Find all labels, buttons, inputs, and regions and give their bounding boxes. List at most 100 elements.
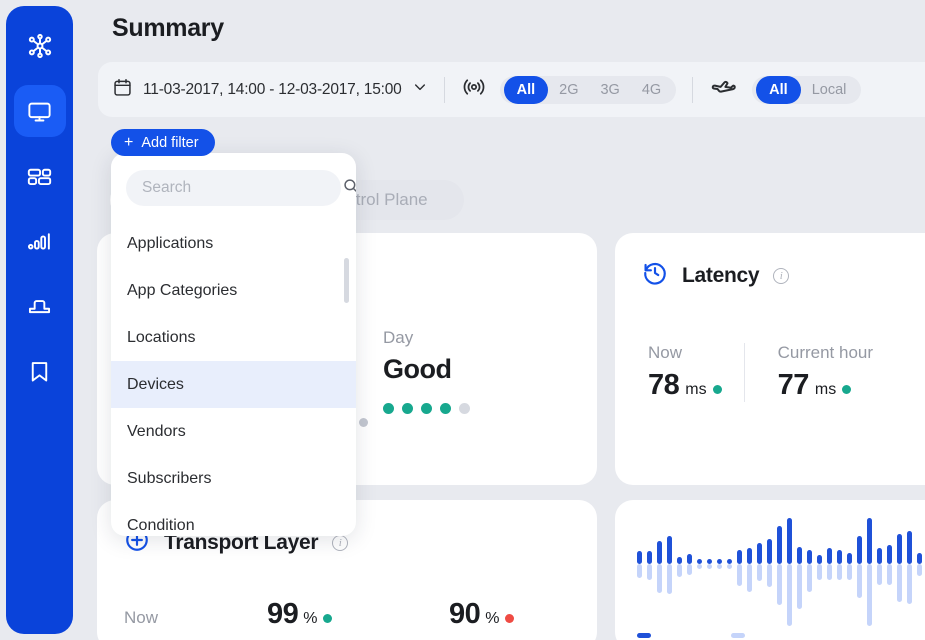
latency-column-current-hour: Current hour 77 ms [743, 343, 895, 402]
chart-bar-pair [877, 518, 882, 628]
score-dot [402, 403, 413, 414]
filter-option-subscribers[interactable]: Subscribers [111, 455, 356, 502]
chart-bar-pair [667, 518, 672, 628]
latency-card-body: Now 78 ms Current hour 77 ms [615, 343, 895, 402]
network-type-option-3g[interactable]: 3G [589, 76, 630, 104]
sidebar [6, 6, 73, 634]
transport-value: 99 [267, 598, 299, 630]
signal-waves-icon [461, 74, 487, 105]
roaming-option-all[interactable]: All [756, 75, 801, 104]
filter-option-condition[interactable]: Condition [111, 502, 356, 536]
info-icon[interactable]: i [773, 267, 790, 284]
legend-swatch [637, 633, 651, 638]
search-icon[interactable] [342, 177, 356, 200]
latency-unit: ms [685, 381, 707, 398]
cell-tower-icon [26, 293, 53, 320]
date-range-value: 11-03-2017, 14:00 - 12-03-2017, 15:00 [143, 80, 402, 98]
filter-option-locations[interactable]: Locations [111, 314, 356, 361]
chart-bar-uplink [747, 548, 752, 564]
legend-item-downlink [731, 633, 745, 638]
chart-bar-uplink [807, 550, 812, 564]
roaming-segmented: All Local [752, 75, 862, 104]
transport-unit: % [485, 610, 500, 627]
chart-bar-uplink [917, 553, 922, 564]
chart-bar-pair [887, 518, 892, 628]
chart-bar-downlink [647, 564, 652, 580]
network-type-option-2g[interactable]: 2G [548, 76, 589, 104]
carousel-dot[interactable] [359, 418, 368, 427]
add-filter-button[interactable]: + Add filter [111, 129, 215, 156]
network-type-option-all[interactable]: All [503, 75, 549, 104]
chart-bar-downlink [717, 564, 722, 569]
chart-bar-pair [827, 518, 832, 628]
network-type-segmented: All 2G 3G 4G [499, 75, 677, 104]
filter-dropdown: Applications App Categories Locations De… [111, 153, 356, 536]
score-value: Good [383, 354, 452, 384]
chart-bar-pair [907, 518, 912, 628]
chart-bar-uplink [787, 518, 792, 564]
sidebar-item-monitor[interactable] [13, 85, 66, 137]
chart-bar-downlink [847, 564, 852, 580]
chart-bar-pair [797, 518, 802, 628]
chart-bar-downlink [737, 564, 742, 586]
chart-bar-uplink [797, 546, 802, 564]
filter-option-vendors[interactable]: Vendors [111, 408, 356, 455]
filter-option-app-categories[interactable]: App Categories [111, 267, 356, 314]
chart-bar-uplink [847, 553, 852, 564]
app-root: Summary 11-03-2017, 14:00 - 12-03-2017, … [0, 0, 925, 640]
divider [692, 76, 694, 103]
chart-bar-uplink [777, 526, 782, 564]
search-box[interactable] [126, 170, 356, 206]
roaming-filter: All Local [709, 72, 862, 107]
filter-option-applications[interactable]: Applications [111, 220, 356, 267]
transport-unit: % [303, 610, 318, 627]
chart-bar-downlink [657, 564, 662, 593]
chart-bar-pair [897, 518, 902, 628]
chart-bar-downlink [907, 564, 912, 604]
dropdown-scrollbar[interactable] [344, 258, 349, 303]
chart-bar-pair [917, 518, 922, 628]
score-label: Day [383, 328, 414, 347]
chart-bar-uplink [687, 554, 692, 564]
chart-legend [637, 633, 745, 638]
filter-option-devices[interactable]: Devices [111, 361, 356, 408]
latency-card-header: Latency i [615, 233, 925, 291]
info-icon[interactable]: i [332, 534, 349, 551]
legend-item-uplink [637, 633, 651, 638]
chart-bar-downlink [637, 564, 642, 578]
chart-bar-downlink [877, 564, 882, 585]
chart-bar-downlink [857, 564, 862, 598]
sidebar-item-network-topology[interactable] [14, 20, 66, 72]
latency-card: Latency i Now 78 ms Current hour 77 ms [615, 233, 925, 485]
chart-bar-pair [687, 518, 692, 628]
roaming-option-local[interactable]: Local [801, 76, 858, 104]
chart-bar-pair [867, 518, 872, 628]
chart-bar-pair [727, 518, 732, 628]
chart-bar-downlink [787, 564, 792, 626]
chart-bar-uplink [867, 518, 872, 564]
sidebar-item-cell-tower[interactable] [14, 280, 66, 332]
legend-swatch [731, 633, 745, 638]
filter-bar: 11-03-2017, 14:00 - 12-03-2017, 15:00 Al… [98, 62, 925, 117]
chart-bar-pair [857, 518, 862, 628]
transport-metric: 99 % [267, 598, 449, 631]
sidebar-item-bookmarks[interactable] [14, 345, 66, 397]
latency-label: Current hour [777, 343, 874, 362]
status-badge [842, 385, 852, 394]
chart-bar-uplink [827, 548, 832, 564]
date-range-picker[interactable]: 11-03-2017, 14:00 - 12-03-2017, 15:00 [112, 77, 428, 103]
calendar-icon [112, 77, 133, 103]
network-type-option-4g[interactable]: 4G [631, 76, 672, 104]
chart-bar-uplink [857, 536, 862, 564]
search-input[interactable] [142, 179, 342, 197]
latency-unit: ms [814, 381, 837, 398]
chart-bar-pair [847, 518, 852, 628]
chart-bar-downlink [797, 564, 802, 609]
chart-bar-downlink [897, 564, 902, 602]
chart-bar-pair [817, 518, 822, 628]
filter-option-list: Applications App Categories Locations De… [111, 220, 356, 536]
chart-bar-uplink [907, 531, 912, 564]
airplane-icon [709, 72, 739, 107]
sidebar-item-analytics[interactable] [14, 215, 66, 267]
sidebar-item-dashboard-grid[interactable] [14, 150, 66, 202]
